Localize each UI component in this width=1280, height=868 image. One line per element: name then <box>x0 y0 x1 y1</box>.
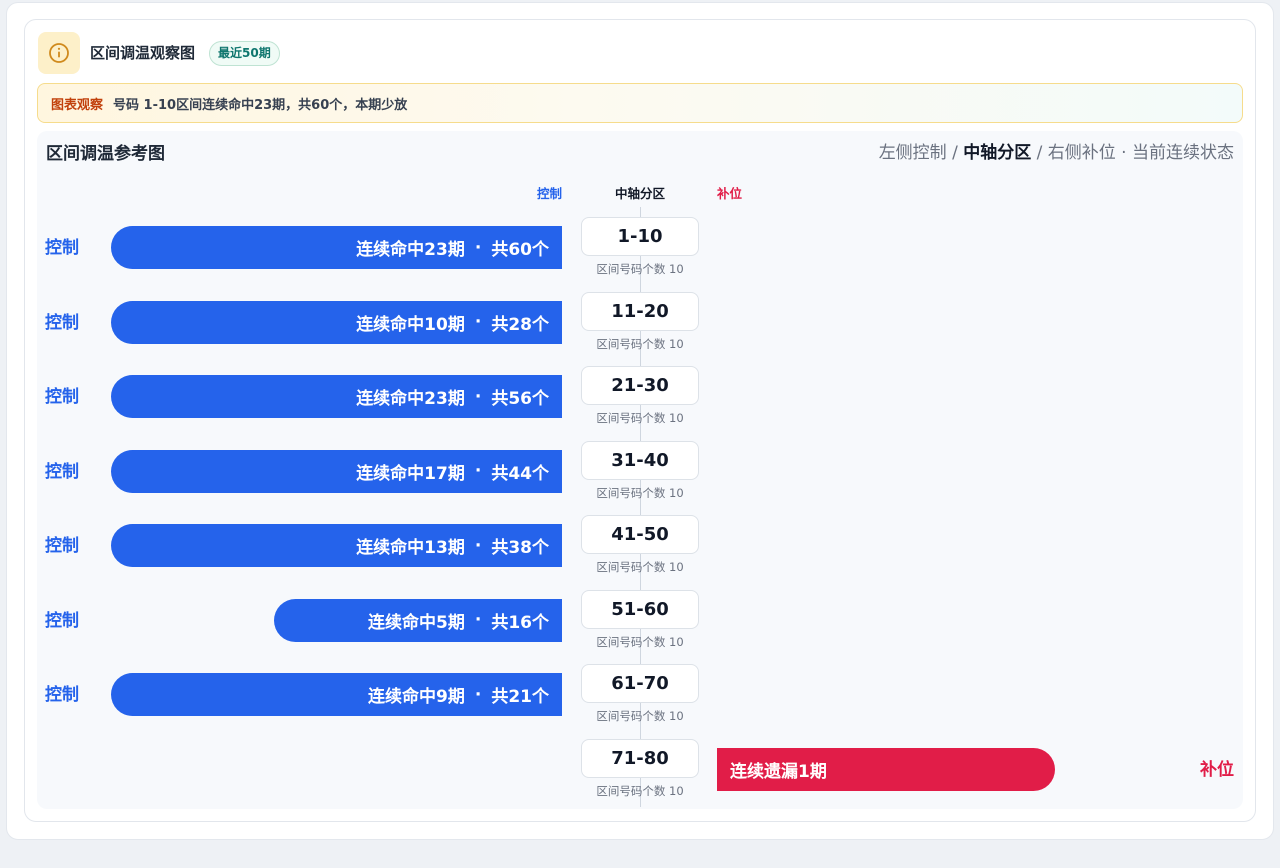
card-title: 区间调温观察图 <box>90 44 196 62</box>
bar-streak-label: 连续遗漏1期 <box>730 761 827 782</box>
bar-total-label: 共21个 <box>491 687 549 707</box>
info-icon <box>38 32 80 74</box>
bar-separator: · <box>474 237 482 258</box>
chart-row: 71-80 区间号码个数 10 连续遗漏1期 补位 <box>0 732 1280 806</box>
range-label: 11-20 <box>581 291 699 331</box>
bar-streak-label: 连续命中10期 <box>356 314 465 335</box>
chart-row: 11-20 区间号码个数 10 控制 连续命中10期 · 共28个 <box>0 285 1280 359</box>
bar-streak-label: 连续命中23期 <box>356 240 465 260</box>
bar-total-label: 共38个 <box>491 538 549 558</box>
legend-tail: 当前连续状态 <box>1132 143 1234 163</box>
fill-bar: 连续遗漏1期 <box>717 747 1055 791</box>
legend-left: 左侧控制 <box>878 143 947 163</box>
chart-legend: 左侧控制 / 中轴分区 / 右侧补位 · 当前连续状态 <box>879 141 1234 165</box>
bar-separator: · <box>474 312 482 332</box>
side-label-control: 控制 <box>45 685 79 705</box>
bar-total-label: 共44个 <box>491 463 549 484</box>
bar-total-label: 共60个 <box>491 240 549 260</box>
side-label-control: 控制 <box>45 312 79 333</box>
bar-total-label: 共56个 <box>491 389 549 409</box>
side-label-control: 控制 <box>45 238 79 258</box>
side-label-control: 控制 <box>45 536 79 556</box>
range-count-label: 区间号码个数 10 <box>596 411 684 425</box>
range-count-label: 区间号码个数 10 <box>596 262 684 276</box>
bar-streak-label: 连续命中17期 <box>356 463 465 484</box>
bar-separator: · <box>474 684 482 705</box>
chart-row: 1-10 区间号码个数 10 控制 连续命中23期 · 共60个 <box>0 210 1280 284</box>
range-label: 1-10 <box>581 217 699 256</box>
side-label-control: 控制 <box>45 387 79 407</box>
legend-sep: / <box>1031 143 1048 163</box>
legend-mid: 中轴分区 <box>963 143 1032 163</box>
chart-row: 61-70 区间号码个数 10 控制 连续命中9期 · 共21个 <box>0 657 1280 731</box>
control-bar: 连续命中10期 · 共28个 <box>111 300 562 344</box>
range-label: 51-60 <box>581 589 699 629</box>
observation-text: 号码 1-10区间连续命中23期，共60个，本期少放 <box>113 97 408 113</box>
bar-streak-label: 连续命中9期 <box>368 687 465 707</box>
side-label-control: 控制 <box>45 610 79 631</box>
legend-right: 右侧补位 <box>1047 143 1116 163</box>
chart-row: 31-40 区间号码个数 10 控制 连续命中17期 · 共44个 <box>0 434 1280 508</box>
range-label: 31-40 <box>581 440 699 480</box>
range-count-label: 区间号码个数 10 <box>596 783 684 798</box>
col-header-axis: 中轴分区 <box>614 186 665 201</box>
bar-separator: · <box>474 610 482 630</box>
side-label-fill: 补位 <box>1200 759 1234 780</box>
observation-tag: 图表观察 <box>51 97 104 113</box>
observation-banner: 图表观察 号码 1-10区间连续命中23期，共60个，本期少放 <box>37 83 1243 123</box>
bar-separator: · <box>474 386 482 407</box>
bar-total-label: 共16个 <box>491 612 549 633</box>
period-badge: 最近50期 <box>209 41 280 66</box>
col-header-control: 控制 <box>536 186 562 201</box>
range-count-label: 区间号码个数 10 <box>596 634 684 649</box>
control-bar: 连续命中9期 · 共21个 <box>111 673 562 716</box>
range-label: 71-80 <box>581 738 699 778</box>
control-bar: 连续命中13期 · 共38个 <box>111 524 562 567</box>
range-label: 61-70 <box>581 664 699 703</box>
chart-title: 区间调温参考图 <box>46 144 165 164</box>
bar-streak-label: 连续命中23期 <box>356 389 465 409</box>
bar-separator: · <box>474 461 482 481</box>
chart-row: 51-60 区间号码个数 10 控制 连续命中5期 · 共16个 <box>0 583 1280 657</box>
control-bar: 连续命中23期 · 共56个 <box>111 375 562 418</box>
bar-total-label: 共28个 <box>491 314 549 335</box>
range-count-label: 区间号码个数 10 <box>596 485 684 500</box>
chart-row: 41-50 区间号码个数 10 控制 连续命中13期 · 共38个 <box>0 508 1280 582</box>
chart-row: 21-30 区间号码个数 10 控制 连续命中23期 · 共56个 <box>0 359 1280 433</box>
range-label: 21-30 <box>581 366 699 405</box>
range-count-label: 区间号码个数 10 <box>596 336 684 351</box>
control-bar: 连续命中23期 · 共60个 <box>111 226 562 269</box>
side-label-control: 控制 <box>45 461 79 482</box>
range-count-label: 区间号码个数 10 <box>596 560 684 574</box>
range-label: 41-50 <box>581 515 699 554</box>
bar-streak-label: 连续命中5期 <box>368 612 465 633</box>
col-header-fill: 补位 <box>717 186 743 201</box>
legend-dot: · <box>1115 143 1132 163</box>
control-bar: 连续命中17期 · 共44个 <box>111 449 562 493</box>
legend-sep: / <box>946 143 964 163</box>
bar-separator: · <box>474 535 482 556</box>
control-bar: 连续命中5期 · 共16个 <box>274 598 562 642</box>
bar-streak-label: 连续命中13期 <box>356 538 465 558</box>
range-count-label: 区间号码个数 10 <box>596 709 684 723</box>
